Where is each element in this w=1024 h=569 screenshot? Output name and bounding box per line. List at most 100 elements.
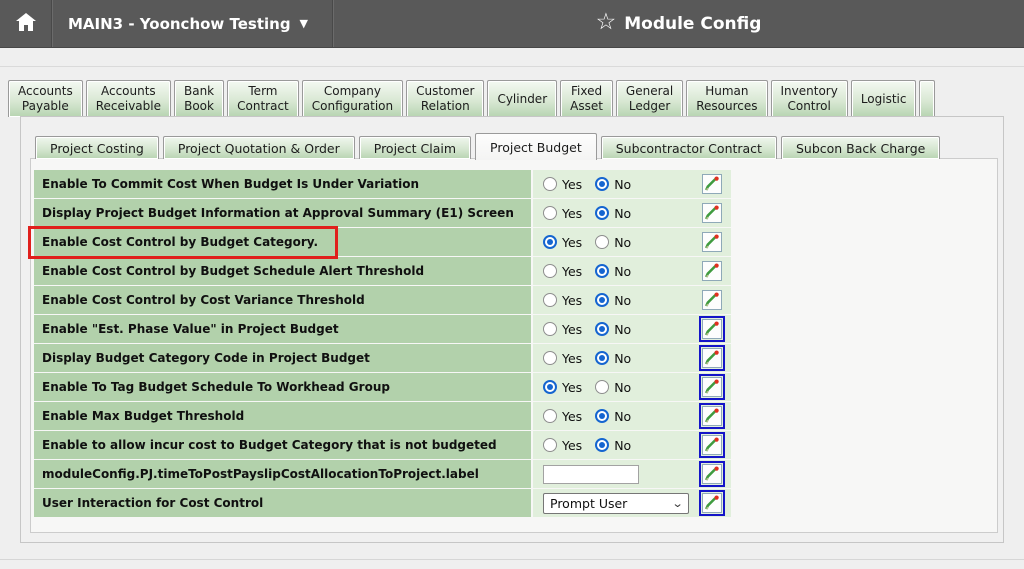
radio-yes-selected-icon[interactable]	[543, 235, 557, 249]
module-tab-accounts-receivable[interactable]: Accounts Receivable	[86, 80, 171, 117]
edit-button[interactable]	[701, 289, 723, 311]
radio-option-no[interactable]: No	[595, 177, 631, 192]
radio-option-no[interactable]: No	[595, 293, 631, 308]
sub-tab-project-quotation-order[interactable]: Project Quotation & Order	[163, 136, 355, 159]
module-tab-fixed-asset[interactable]: Fixed Asset	[560, 80, 613, 117]
setting-text-input[interactable]	[543, 465, 639, 484]
config-row: User Interaction for Cost Control Prompt …	[34, 489, 734, 517]
radio-label: Yes	[562, 409, 582, 424]
radio-yes-icon[interactable]	[543, 438, 557, 452]
edit-button[interactable]	[701, 492, 723, 514]
setting-label: Enable To Commit Cost When Budget Is Und…	[34, 170, 531, 198]
module-tab-company-configuration[interactable]: Company Configuration	[302, 80, 403, 117]
radio-no-selected-icon[interactable]	[595, 351, 609, 365]
page-title: ☆ Module Config	[333, 0, 1024, 47]
edit-button[interactable]	[701, 405, 723, 427]
radio-option-yes[interactable]: Yes	[543, 235, 582, 250]
edit-pencil-icon	[702, 261, 722, 281]
radio-yes-selected-icon[interactable]	[543, 380, 557, 394]
edit-pencil-icon	[702, 464, 722, 484]
sub-tab-subcon-back-charge[interactable]: Subcon Back Charge	[781, 136, 940, 159]
radio-option-no[interactable]: No	[595, 206, 631, 221]
module-tab-term-contract[interactable]: Term Contract	[227, 80, 299, 117]
module-tab-general-ledger[interactable]: General Ledger	[616, 80, 683, 117]
radio-yes-icon[interactable]	[543, 177, 557, 191]
separator-line	[0, 66, 1024, 67]
radio-no-selected-icon[interactable]	[595, 177, 609, 191]
config-row: Display Project Budget Information at Ap…	[34, 199, 734, 227]
radio-option-yes[interactable]: Yes	[543, 351, 582, 366]
edit-button[interactable]	[701, 347, 723, 369]
radio-yes-icon[interactable]	[543, 351, 557, 365]
radio-label: No	[614, 351, 631, 366]
radio-option-yes[interactable]: Yes	[543, 409, 582, 424]
edit-button[interactable]	[701, 260, 723, 282]
edit-button[interactable]	[701, 463, 723, 485]
radio-option-yes[interactable]: Yes	[543, 264, 582, 279]
radio-option-no[interactable]: No	[595, 322, 631, 337]
sub-tab-project-budget[interactable]: Project Budget	[475, 133, 597, 160]
edit-button[interactable]	[701, 202, 723, 224]
sub-tab-project-costing[interactable]: Project Costing	[35, 136, 159, 159]
edit-button[interactable]	[701, 376, 723, 398]
radio-label: No	[614, 235, 631, 250]
edit-button[interactable]	[701, 173, 723, 195]
edit-pencil-icon	[702, 319, 722, 339]
environment-selector[interactable]: MAIN3 - Yoonchow Testing ▼	[52, 0, 333, 47]
sub-tab-subcontractor-contract[interactable]: Subcontractor Contract	[601, 136, 777, 159]
radio-option-yes[interactable]: Yes	[543, 293, 582, 308]
home-button[interactable]	[0, 0, 52, 47]
radio-yes-icon[interactable]	[543, 206, 557, 220]
config-row: Enable Cost Control by Budget Schedule A…	[34, 257, 734, 285]
radio-option-no[interactable]: No	[595, 351, 631, 366]
radio-label: Yes	[562, 235, 582, 250]
setting-label: Enable "Est. Phase Value" in Project Bud…	[34, 315, 531, 343]
radio-option-no[interactable]: No	[595, 264, 631, 279]
radio-option-yes[interactable]: Yes	[543, 322, 582, 337]
module-tab-customer-relation[interactable]: Customer Relation	[406, 80, 484, 117]
sub-tab-content-panel: Enable To Commit Cost When Budget Is Und…	[30, 158, 998, 533]
module-tab-partial[interactable]	[919, 80, 935, 117]
module-tab-bank-book[interactable]: Bank Book	[174, 80, 224, 117]
user-interaction-select[interactable]: Prompt User⌄	[543, 493, 689, 514]
edit-button[interactable]	[701, 434, 723, 456]
module-tab-cylinder[interactable]: Cylinder	[487, 80, 557, 117]
radio-no-icon[interactable]	[595, 235, 609, 249]
radio-option-no[interactable]: No	[595, 409, 631, 424]
radio-no-selected-icon[interactable]	[595, 438, 609, 452]
radio-no-icon[interactable]	[595, 380, 609, 394]
radio-option-yes[interactable]: Yes	[543, 206, 582, 221]
radio-label: No	[614, 409, 631, 424]
radio-no-selected-icon[interactable]	[595, 409, 609, 423]
radio-yes-icon[interactable]	[543, 264, 557, 278]
module-tab-logistic[interactable]: Logistic	[851, 80, 917, 117]
edit-button[interactable]	[701, 231, 723, 253]
select-value: Prompt User	[550, 496, 627, 511]
sub-tab-project-claim[interactable]: Project Claim	[359, 136, 471, 159]
radio-option-no[interactable]: No	[595, 235, 631, 250]
radio-no-selected-icon[interactable]	[595, 293, 609, 307]
radio-label: Yes	[562, 380, 582, 395]
module-tab-human-resources[interactable]: Human Resources	[686, 80, 767, 117]
caret-down-icon: ▼	[300, 17, 308, 30]
radio-option-yes[interactable]: Yes	[543, 177, 582, 192]
sub-tab-bar: Project CostingProject Quotation & Order…	[35, 132, 940, 159]
radio-label: No	[614, 380, 631, 395]
radio-option-yes[interactable]: Yes	[543, 438, 582, 453]
radio-yes-icon[interactable]	[543, 293, 557, 307]
radio-yes-icon[interactable]	[543, 409, 557, 423]
radio-yes-icon[interactable]	[543, 322, 557, 336]
radio-option-yes[interactable]: Yes	[543, 380, 582, 395]
module-tab-accounts-payable[interactable]: Accounts Payable	[8, 80, 83, 117]
radio-no-selected-icon[interactable]	[595, 264, 609, 278]
setting-control: Yes No	[533, 431, 731, 459]
radio-no-selected-icon[interactable]	[595, 206, 609, 220]
star-icon[interactable]: ☆	[596, 11, 617, 34]
edit-button[interactable]	[701, 318, 723, 340]
module-tab-inventory-control[interactable]: Inventory Control	[771, 80, 848, 117]
setting-control: Prompt User⌄	[533, 489, 731, 517]
setting-label: User Interaction for Cost Control	[34, 489, 531, 517]
radio-option-no[interactable]: No	[595, 380, 631, 395]
radio-no-selected-icon[interactable]	[595, 322, 609, 336]
radio-option-no[interactable]: No	[595, 438, 631, 453]
